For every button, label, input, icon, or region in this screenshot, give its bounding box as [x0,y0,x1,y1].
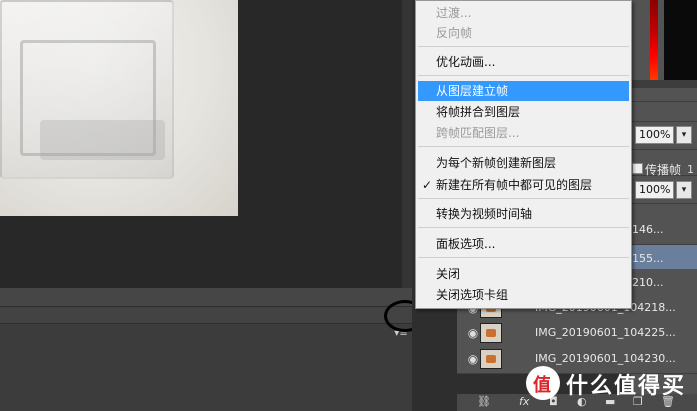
layer-thumbnail [480,323,502,343]
visibility-eye-icon[interactable]: ◉ [465,326,481,340]
menu-item-convert-to-video-timeline[interactable]: 转换为视频时间轴 [418,204,629,224]
opacity-row: 100% ▾ [631,122,697,150]
document-image [0,0,238,216]
layer-name: 146... [632,223,664,236]
layers-filter-row [631,102,697,122]
menu-separator [418,75,629,76]
color-field[interactable] [664,0,697,80]
layer-thumbnail [480,349,502,369]
opacity-dropdown-icon[interactable]: ▾ [676,126,692,144]
menu-item-close[interactable]: 关闭 [418,264,629,284]
canvas-vertical-scrollbar[interactable] [402,0,412,288]
timeline-tab-bar: ▾≡ [0,307,412,339]
timeline-panel-menu: 过渡... 反向帧 优化动画... 从图层建立帧 将帧拼合到图层 跨帧匹配图层.… [415,0,632,309]
menu-item-optimize-animation[interactable]: 优化动画... [418,52,629,72]
link-icon[interactable]: ⛓ [477,395,491,408]
timeline-panel: ▾≡ [0,288,412,411]
menu-separator [418,146,629,147]
watermark-text: 什么值得买 [566,374,687,399]
menu-item-close-tab-group[interactable]: 关闭选项卡组 [418,285,629,305]
menu-item-reverse-frames[interactable]: 反向帧 [418,23,629,43]
color-panel-footer [631,80,697,88]
layer-row[interactable]: ◉ IMG_20190601_104225... [457,319,697,348]
menu-separator [418,198,629,199]
layer-name: IMG_20190601_104225... [535,326,676,339]
fill-dropdown-icon[interactable]: ▾ [676,181,692,199]
document-canvas[interactable] [0,0,412,288]
layer-name: IMG_20190601_104230... [535,352,676,365]
menu-item-flatten-frames-into-layers[interactable]: 将帧拼合到图层 [418,102,629,122]
menu-separator [418,257,629,258]
menu-separator [418,46,629,47]
menu-item-make-frames-from-layers[interactable]: 从图层建立帧 [418,81,629,101]
visibility-eye-icon[interactable]: ◉ [465,352,481,366]
propagate-frame-number: 1 [687,163,694,176]
propagate-frame-checkbox[interactable] [632,163,643,174]
menu-item-create-new-layer-each-frame[interactable]: 为每个新帧创建新图层 [418,153,629,173]
menu-item-match-layer-across-frames[interactable]: 跨帧匹配图层... [418,123,629,143]
layers-panel-header [631,88,697,102]
menu-item-tween[interactable]: 过渡... [418,3,629,23]
opacity-field[interactable]: 100% [635,126,674,144]
hue-slider[interactable] [650,0,658,80]
fill-row: 100% ▾ [631,176,697,204]
watermark-badge-icon [526,366,560,400]
menu-item-new-layers-visible-all-frames[interactable]: ✓ 新建在所有帧中都可见的图层 [418,175,629,195]
layer-name: 155... [632,252,664,265]
fill-field[interactable]: 100% [635,181,674,199]
menu-item-panel-options[interactable]: 面板选项... [418,234,629,254]
propagate-frame-label: 传播帧 [645,163,682,177]
layer-name: 210... [632,276,664,289]
fx-icon[interactable]: fx [519,395,529,408]
check-icon: ✓ [422,178,433,192]
color-panel [631,0,697,88]
timeline-header [0,288,412,307]
menu-separator [418,227,629,228]
